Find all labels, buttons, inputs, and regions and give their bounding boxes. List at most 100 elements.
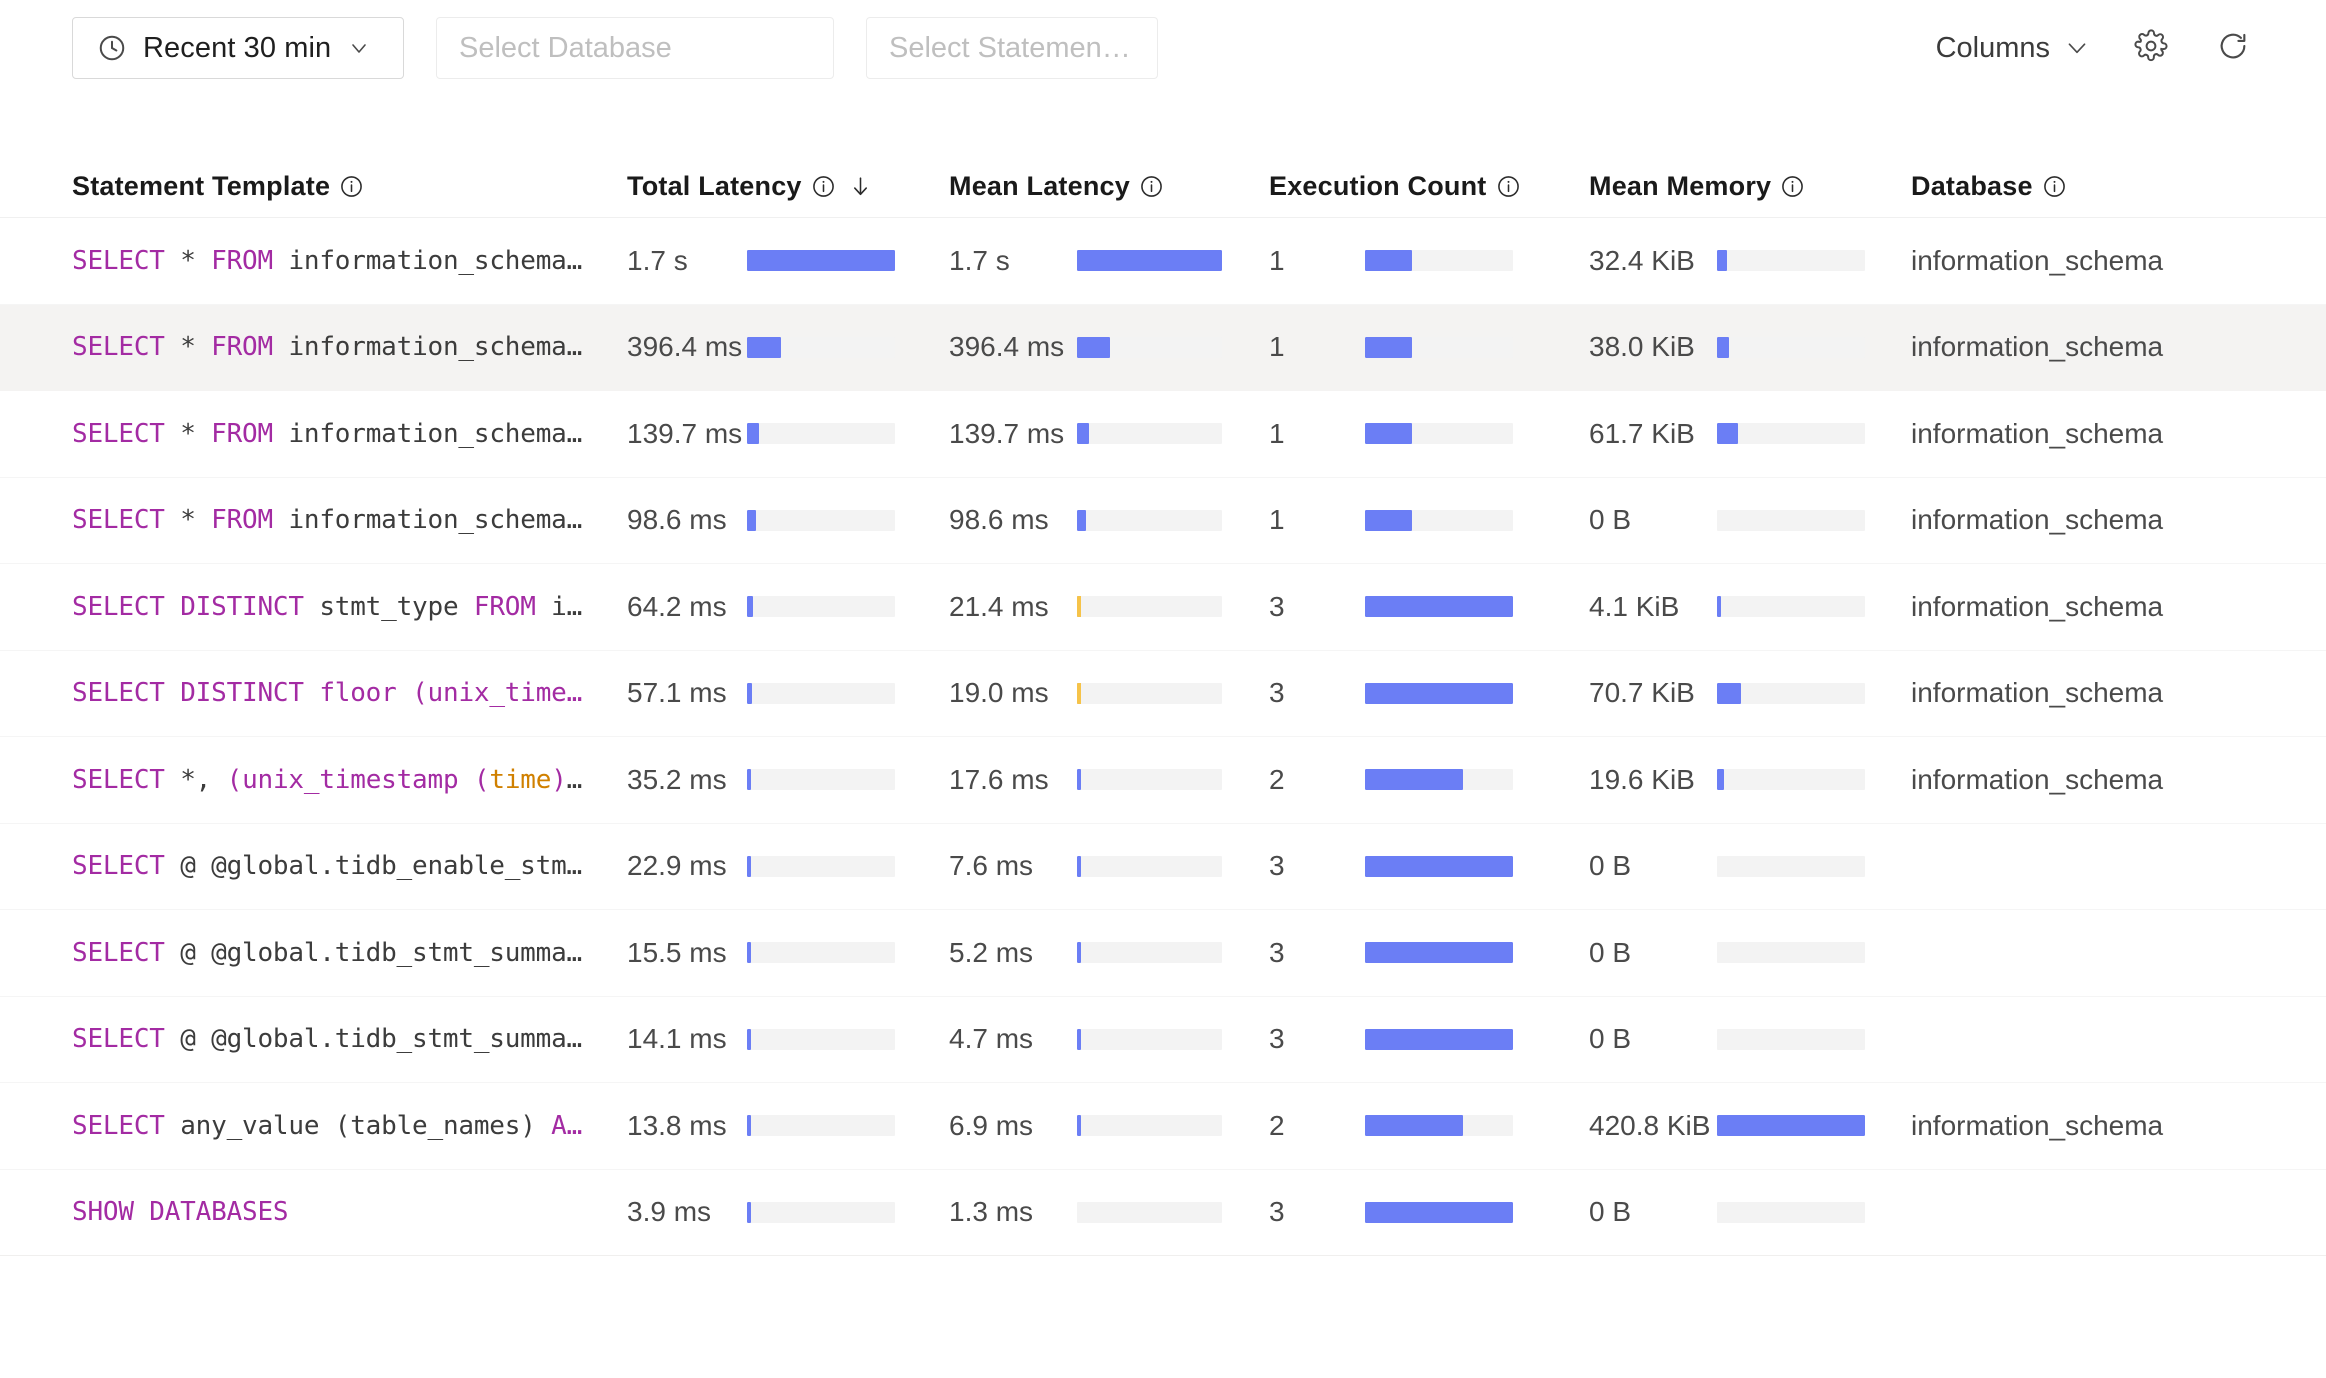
- database-cell: information_schema: [1911, 1110, 2291, 1142]
- database-name: information_schema: [1911, 1109, 2164, 1141]
- mean-memory-cell: 0 B: [1589, 1023, 1911, 1055]
- table-row[interactable]: SELECT * FROM information_schema… 139.7 m…: [0, 391, 2326, 478]
- refresh-icon: [2216, 29, 2250, 68]
- total-latency-cell-value: 1.7 s: [627, 244, 688, 276]
- mean-memory-cell-bar: [1717, 1201, 1865, 1223]
- total-latency-cell: 64.2 ms: [627, 591, 949, 623]
- info-icon[interactable]: [811, 174, 836, 199]
- mean-memory-cell-bar: [1717, 1115, 1865, 1137]
- statement-kind-select[interactable]: Select Statement K...: [866, 17, 1158, 79]
- column-header-execution-count[interactable]: Execution Count: [1269, 171, 1589, 202]
- info-icon[interactable]: [1496, 174, 1521, 199]
- total-latency-cell-value: 64.2 ms: [627, 590, 727, 622]
- statement-template-cell[interactable]: SELECT @ @global.tidb_enable_stm…: [72, 851, 627, 881]
- columns-button[interactable]: Columns: [1936, 32, 2090, 65]
- database-select[interactable]: Select Database: [436, 17, 834, 79]
- table-row[interactable]: SELECT @ @global.tidb_enable_stm… 22.9 ms…: [0, 823, 2326, 910]
- mean-latency-cell-bar-overlay: [1077, 596, 1082, 618]
- database-name: information_schema: [1911, 677, 2164, 709]
- total-latency-cell-value: 14.1 ms: [627, 1023, 727, 1055]
- total-latency-cell: 14.1 ms: [627, 1023, 949, 1055]
- execution-count-cell-bar-fill: [1365, 250, 1413, 272]
- column-header-statement[interactable]: Statement Template: [72, 171, 627, 202]
- column-header-database[interactable]: Database: [1911, 171, 2291, 202]
- sort-descending-icon[interactable]: [845, 174, 873, 199]
- column-header-mean-latency[interactable]: Mean Latency: [949, 171, 1269, 202]
- clock-icon: [97, 33, 127, 63]
- table-row[interactable]: SELECT any_value (table_names) A… 13.8 ms…: [0, 1083, 2326, 1170]
- execution-count-cell-bar: [1365, 336, 1513, 358]
- statement-template-cell[interactable]: SELECT * FROM information_schema…: [72, 419, 627, 449]
- total-latency-cell-value: 396.4 ms: [627, 331, 743, 363]
- statement-template-cell[interactable]: SELECT DISTINCT floor (unix_time…: [72, 678, 627, 708]
- total-latency-cell-bar-fill: [747, 855, 751, 877]
- table-row[interactable]: SELECT * FROM information_schema… 396.4 m…: [0, 304, 2326, 391]
- statement-template-cell[interactable]: SELECT *, (unix_timestamp (time)…: [72, 765, 627, 795]
- info-icon[interactable]: [2042, 174, 2067, 199]
- total-latency-cell-bar: [747, 682, 895, 704]
- info-icon[interactable]: [1780, 174, 1805, 199]
- column-header-total-latency[interactable]: Total Latency: [627, 171, 949, 202]
- statement-template-cell[interactable]: SELECT * FROM information_schema…: [72, 505, 627, 535]
- total-latency-cell-bar-fill: [747, 336, 782, 358]
- mean-memory-cell-value: 0 B: [1589, 936, 1632, 968]
- execution-count-cell: 3: [1269, 937, 1589, 969]
- statement-template-cell[interactable]: SELECT * FROM information_schema…: [72, 332, 627, 362]
- database-name: information_schema: [1911, 244, 2164, 276]
- table-row[interactable]: SELECT DISTINCT floor (unix_time… 57.1 ms…: [0, 650, 2326, 737]
- execution-count-cell-bar-fill: [1365, 596, 1513, 618]
- mean-memory-cell-bar: [1717, 769, 1865, 791]
- mean-latency-cell-value: 17.6 ms: [949, 763, 1049, 795]
- mean-latency-cell-bar-fill: [1077, 855, 1081, 877]
- filter-toolbar: Recent 30 min Select Database Select Sta…: [0, 0, 2326, 96]
- table-row[interactable]: SELECT @ @global.tidb_stmt_summa… 14.1 ms…: [0, 996, 2326, 1083]
- mean-latency-cell-value: 6.9 ms: [949, 1109, 1034, 1141]
- statement-template-text: SELECT * FROM information_schema…: [72, 505, 583, 536]
- mean-latency-cell: 1.3 ms: [949, 1196, 1269, 1228]
- mean-latency-cell-value: 139.7 ms: [949, 417, 1065, 449]
- mean-memory-cell-bar: [1717, 423, 1865, 445]
- settings-button[interactable]: [2130, 27, 2172, 69]
- info-icon[interactable]: [1139, 174, 1164, 199]
- info-icon[interactable]: [339, 174, 364, 199]
- statement-template-cell[interactable]: SELECT * FROM information_schema…: [72, 246, 627, 276]
- table-row[interactable]: SHOW DATABASES 3.9 ms 1.3 ms 3 0 B: [0, 1169, 2326, 1256]
- total-latency-cell-bar-fill: [747, 1201, 751, 1223]
- mean-latency-cell-bar-fill: [1077, 769, 1081, 791]
- mean-latency-cell: 6.9 ms: [949, 1110, 1269, 1142]
- statement-template-cell[interactable]: SELECT @ @global.tidb_stmt_summa…: [72, 938, 627, 968]
- table-row[interactable]: SELECT *, (unix_timestamp (time)… 35.2 ms…: [0, 737, 2326, 824]
- mean-memory-cell-bar: [1717, 509, 1865, 531]
- mean-memory-cell-bar: [1717, 596, 1865, 618]
- mean-latency-cell-bar: [1077, 682, 1222, 704]
- total-latency-cell-value: 15.5 ms: [627, 936, 727, 968]
- table-row[interactable]: SELECT * FROM information_schema… 98.6 ms…: [0, 477, 2326, 564]
- execution-count-cell: 3: [1269, 1023, 1589, 1055]
- mean-latency-cell-bar: [1077, 855, 1222, 877]
- table-row[interactable]: SELECT * FROM information_schema… 1.7 s 1.…: [0, 218, 2326, 305]
- execution-count-cell-bar: [1365, 769, 1513, 791]
- refresh-button[interactable]: [2212, 27, 2254, 69]
- total-latency-cell-value: 13.8 ms: [627, 1109, 727, 1141]
- mean-latency-cell: 98.6 ms: [949, 504, 1269, 536]
- total-latency-cell: 22.9 ms: [627, 850, 949, 882]
- column-header-mean-memory[interactable]: Mean Memory: [1589, 171, 1911, 202]
- statement-template-text: SELECT @ @global.tidb_stmt_summa…: [72, 1024, 582, 1055]
- statement-template-cell[interactable]: SELECT @ @global.tidb_stmt_summa…: [72, 1024, 627, 1054]
- mean-latency-cell-value: 1.7 s: [949, 244, 1010, 276]
- table-row[interactable]: SELECT @ @global.tidb_stmt_summa… 15.5 ms…: [0, 910, 2326, 997]
- execution-count-cell-bar-fill: [1365, 423, 1413, 445]
- database-name: information_schema: [1911, 331, 2164, 363]
- statement-template-cell[interactable]: SELECT any_value (table_names) A…: [72, 1111, 627, 1141]
- time-range-picker[interactable]: Recent 30 min: [72, 17, 404, 79]
- mean-latency-cell-bar: [1077, 1028, 1222, 1050]
- total-latency-cell-bar: [747, 855, 895, 877]
- statement-template-cell[interactable]: SHOW DATABASES: [72, 1197, 627, 1227]
- mean-memory-cell-value: 0 B: [1589, 504, 1632, 536]
- table-header-row: Statement Template Total Latency Mean La…: [0, 156, 2326, 218]
- statement-template-cell[interactable]: SELECT DISTINCT stmt_type FROM i…: [72, 592, 627, 622]
- table-row[interactable]: SELECT DISTINCT stmt_type FROM i… 64.2 ms…: [0, 564, 2326, 651]
- database-cell: information_schema: [1911, 418, 2291, 450]
- total-latency-cell-bar: [747, 509, 895, 531]
- execution-count-cell-bar-fill: [1365, 682, 1513, 704]
